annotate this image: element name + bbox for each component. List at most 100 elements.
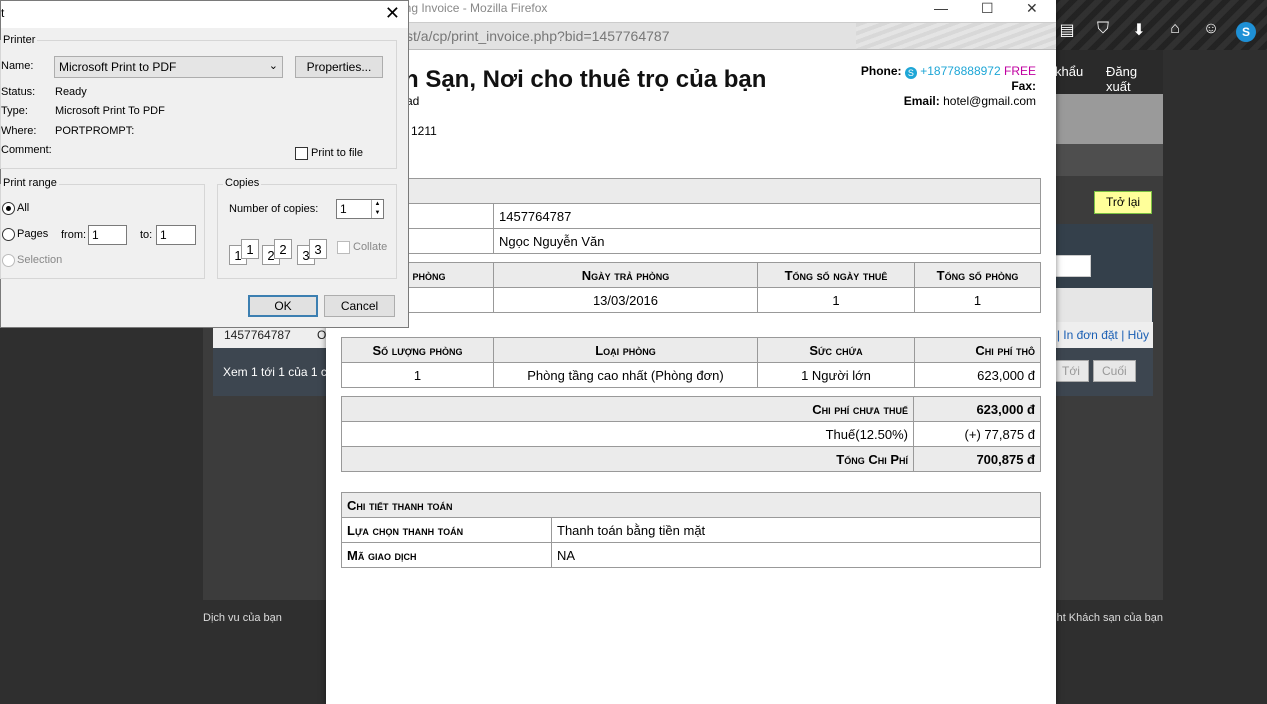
- status-label: Status:: [1, 86, 36, 98]
- room-quantity: 1: [341, 362, 494, 388]
- search-input[interactable]: [1055, 255, 1091, 277]
- back-button[interactable]: Trở lại: [1094, 191, 1152, 214]
- range-selection-radio[interactable]: [2, 254, 15, 267]
- spin-arrows-icon[interactable]: ▲ ▼: [371, 200, 383, 218]
- close-icon[interactable]: ✕: [385, 3, 400, 24]
- where-label: Where:: [1, 125, 37, 137]
- transaction-code: NA: [551, 542, 1041, 568]
- printer-name: Microsoft Print to PDF: [59, 60, 177, 74]
- chat-icon[interactable]: ☺: [1200, 20, 1222, 40]
- invoice-popup-window: ing Invoice - Mozilla Firefox — ☐ ✕ st/a…: [326, 0, 1056, 704]
- to-label: to:: [140, 229, 153, 241]
- comment-label: Comment:: [1, 144, 52, 156]
- table-header-strip: [1056, 288, 1152, 322]
- rooms-table: Số lượng phòng Loại phòng Sức chứa Chi p…: [341, 337, 1041, 388]
- booking-id: 1457764787: [493, 203, 1041, 229]
- printer-select[interactable]: Microsoft Print to PDF ⌄: [54, 56, 283, 78]
- properties-button[interactable]: Properties...: [295, 56, 383, 78]
- tax-value: (+) 77,875 đ: [913, 421, 1041, 447]
- column-header: Loại phòng: [493, 337, 758, 363]
- group-label: Copies: [223, 177, 262, 189]
- total-label: Tổng Chi Phí: [341, 446, 914, 472]
- nav-logout[interactable]: Đăng xuất: [1106, 64, 1163, 94]
- group-label: Printer: [1, 34, 38, 46]
- window-title: ing Invoice - Mozilla Firefox: [402, 1, 548, 15]
- column-header: Chi phí thô: [914, 337, 1041, 363]
- type-label: Type:: [1, 105, 28, 117]
- last-page-button[interactable]: Cuối: [1093, 360, 1136, 382]
- status-value: Ready: [55, 86, 87, 98]
- pagination-info: Xem 1 tới 1 của 1 c: [223, 365, 327, 379]
- url-text[interactable]: st/a/cp/print_invoice.php?bid=1457764787: [406, 28, 669, 44]
- hotel-contact: Phone: S +18778888972 FREE Fax: Email: h…: [861, 64, 1036, 109]
- dialog-title: t: [1, 6, 5, 20]
- dialog-titlebar: t ✕: [1, 1, 408, 28]
- to-field[interactable]: 1: [156, 225, 196, 245]
- range-pages-label: Pages: [17, 228, 49, 240]
- type-value: Microsoft Print To PDF: [55, 105, 165, 117]
- column-header: Tổng số ngày thuê: [757, 262, 915, 288]
- range-pages-radio[interactable]: [2, 228, 15, 241]
- room-gross-cost: 623,000 đ: [914, 362, 1041, 388]
- toolbar-decoration: [856, 23, 1056, 49]
- payment-method: Thanh toán bằng tiền mặt: [551, 517, 1041, 543]
- cancel-button[interactable]: Cancel: [324, 295, 395, 317]
- footer-right-text: ht Khách sạn của bạn: [1056, 612, 1163, 624]
- booking-table: ặt phòng hàng 1457764787 hàng Ngọc Nguyễ…: [341, 178, 1041, 254]
- room-type: Phòng tầng cao nhất (Phòng đơn): [493, 362, 758, 388]
- row-action-links[interactable]: | In đơn đặt | Hủy: [1057, 328, 1149, 342]
- copies-stepper[interactable]: 1 ▲ ▼: [336, 199, 384, 219]
- section-title: Chi tiết thanh toán: [341, 492, 1041, 518]
- print-to-file-checkbox[interactable]: [295, 147, 308, 160]
- name-label: Name:: [1, 60, 34, 72]
- row-label: Mã giao dịch: [341, 542, 552, 568]
- pocket-icon[interactable]: ⛉: [1092, 20, 1114, 40]
- total-rooms: 1: [914, 287, 1041, 313]
- phone-link[interactable]: +18778888972: [920, 64, 1000, 78]
- table-cell: O: [317, 328, 327, 342]
- booking-id-cell: 1457764787: [224, 328, 291, 342]
- range-selection-label: Selection: [17, 254, 63, 266]
- from-field[interactable]: 1: [88, 225, 127, 245]
- from-label: from:: [61, 229, 87, 241]
- address-bar[interactable]: st/a/cp/print_invoice.php?bid=1457764787: [326, 22, 1056, 50]
- customer-name: Ngọc Nguyễn Văn: [493, 228, 1041, 254]
- column-header: Tổng số phòng: [914, 262, 1041, 288]
- next-page-button[interactable]: Tới: [1053, 360, 1089, 382]
- collate-checkbox[interactable]: [337, 241, 350, 254]
- range-all-radio[interactable]: [2, 202, 15, 215]
- column-header: Ngày trả phòng: [493, 262, 758, 288]
- collate-label: Collate: [353, 241, 388, 253]
- dates-table: hận phòng Ngày trả phòng Tổng số ngày th…: [341, 262, 1041, 313]
- total-days: 1: [757, 287, 915, 313]
- nav-import[interactable]: khẩu: [1055, 64, 1083, 79]
- ok-button[interactable]: OK: [248, 295, 318, 317]
- browser-toolbar-icons: ▤ ⛉ ⬇ ⌂ ☺: [1056, 20, 1222, 40]
- totals-table: Chi phí chưa thuế 623,000 đ Thuế(12.50%)…: [341, 396, 1041, 472]
- copies-label: Number of copies:: [229, 203, 319, 215]
- phone-label: Phone:: [860, 64, 902, 78]
- copies-value: 1: [340, 202, 347, 216]
- minimize-icon[interactable]: —: [934, 0, 948, 16]
- free-badge: FREE: [1003, 64, 1036, 78]
- subtotal-label: Chi phí chưa thuế: [341, 396, 914, 422]
- copy-page-icon: 2: [274, 239, 292, 259]
- maximize-icon[interactable]: ☐: [981, 0, 994, 17]
- download-icon[interactable]: ⬇: [1128, 20, 1150, 40]
- copy-page-icon: 3: [309, 239, 327, 259]
- print-to-file-label: Print to file: [311, 147, 363, 159]
- copy-page-icon: 1: [241, 239, 259, 259]
- hotel-name: h Sạn, Nơi cho thuê trọ của bạn: [404, 66, 767, 93]
- skype-icon[interactable]: S: [1236, 22, 1256, 42]
- home-icon[interactable]: ⌂: [1164, 20, 1186, 40]
- where-value: PORTPROMPT:: [55, 125, 135, 137]
- close-icon[interactable]: ✕: [1026, 0, 1038, 17]
- room-capacity: 1 Người lớn: [757, 362, 915, 388]
- row-label: Lựa chọn thanh toán: [341, 517, 552, 543]
- reading-list-icon[interactable]: ▤: [1056, 20, 1078, 40]
- payment-table: Chi tiết thanh toán Lựa chọn thanh toán …: [341, 492, 1041, 568]
- group-label: Print range: [1, 177, 59, 189]
- fax-label: Fax:: [1011, 79, 1036, 93]
- skype-icon[interactable]: S: [904, 67, 917, 79]
- subtotal-value: 623,000 đ: [913, 396, 1041, 422]
